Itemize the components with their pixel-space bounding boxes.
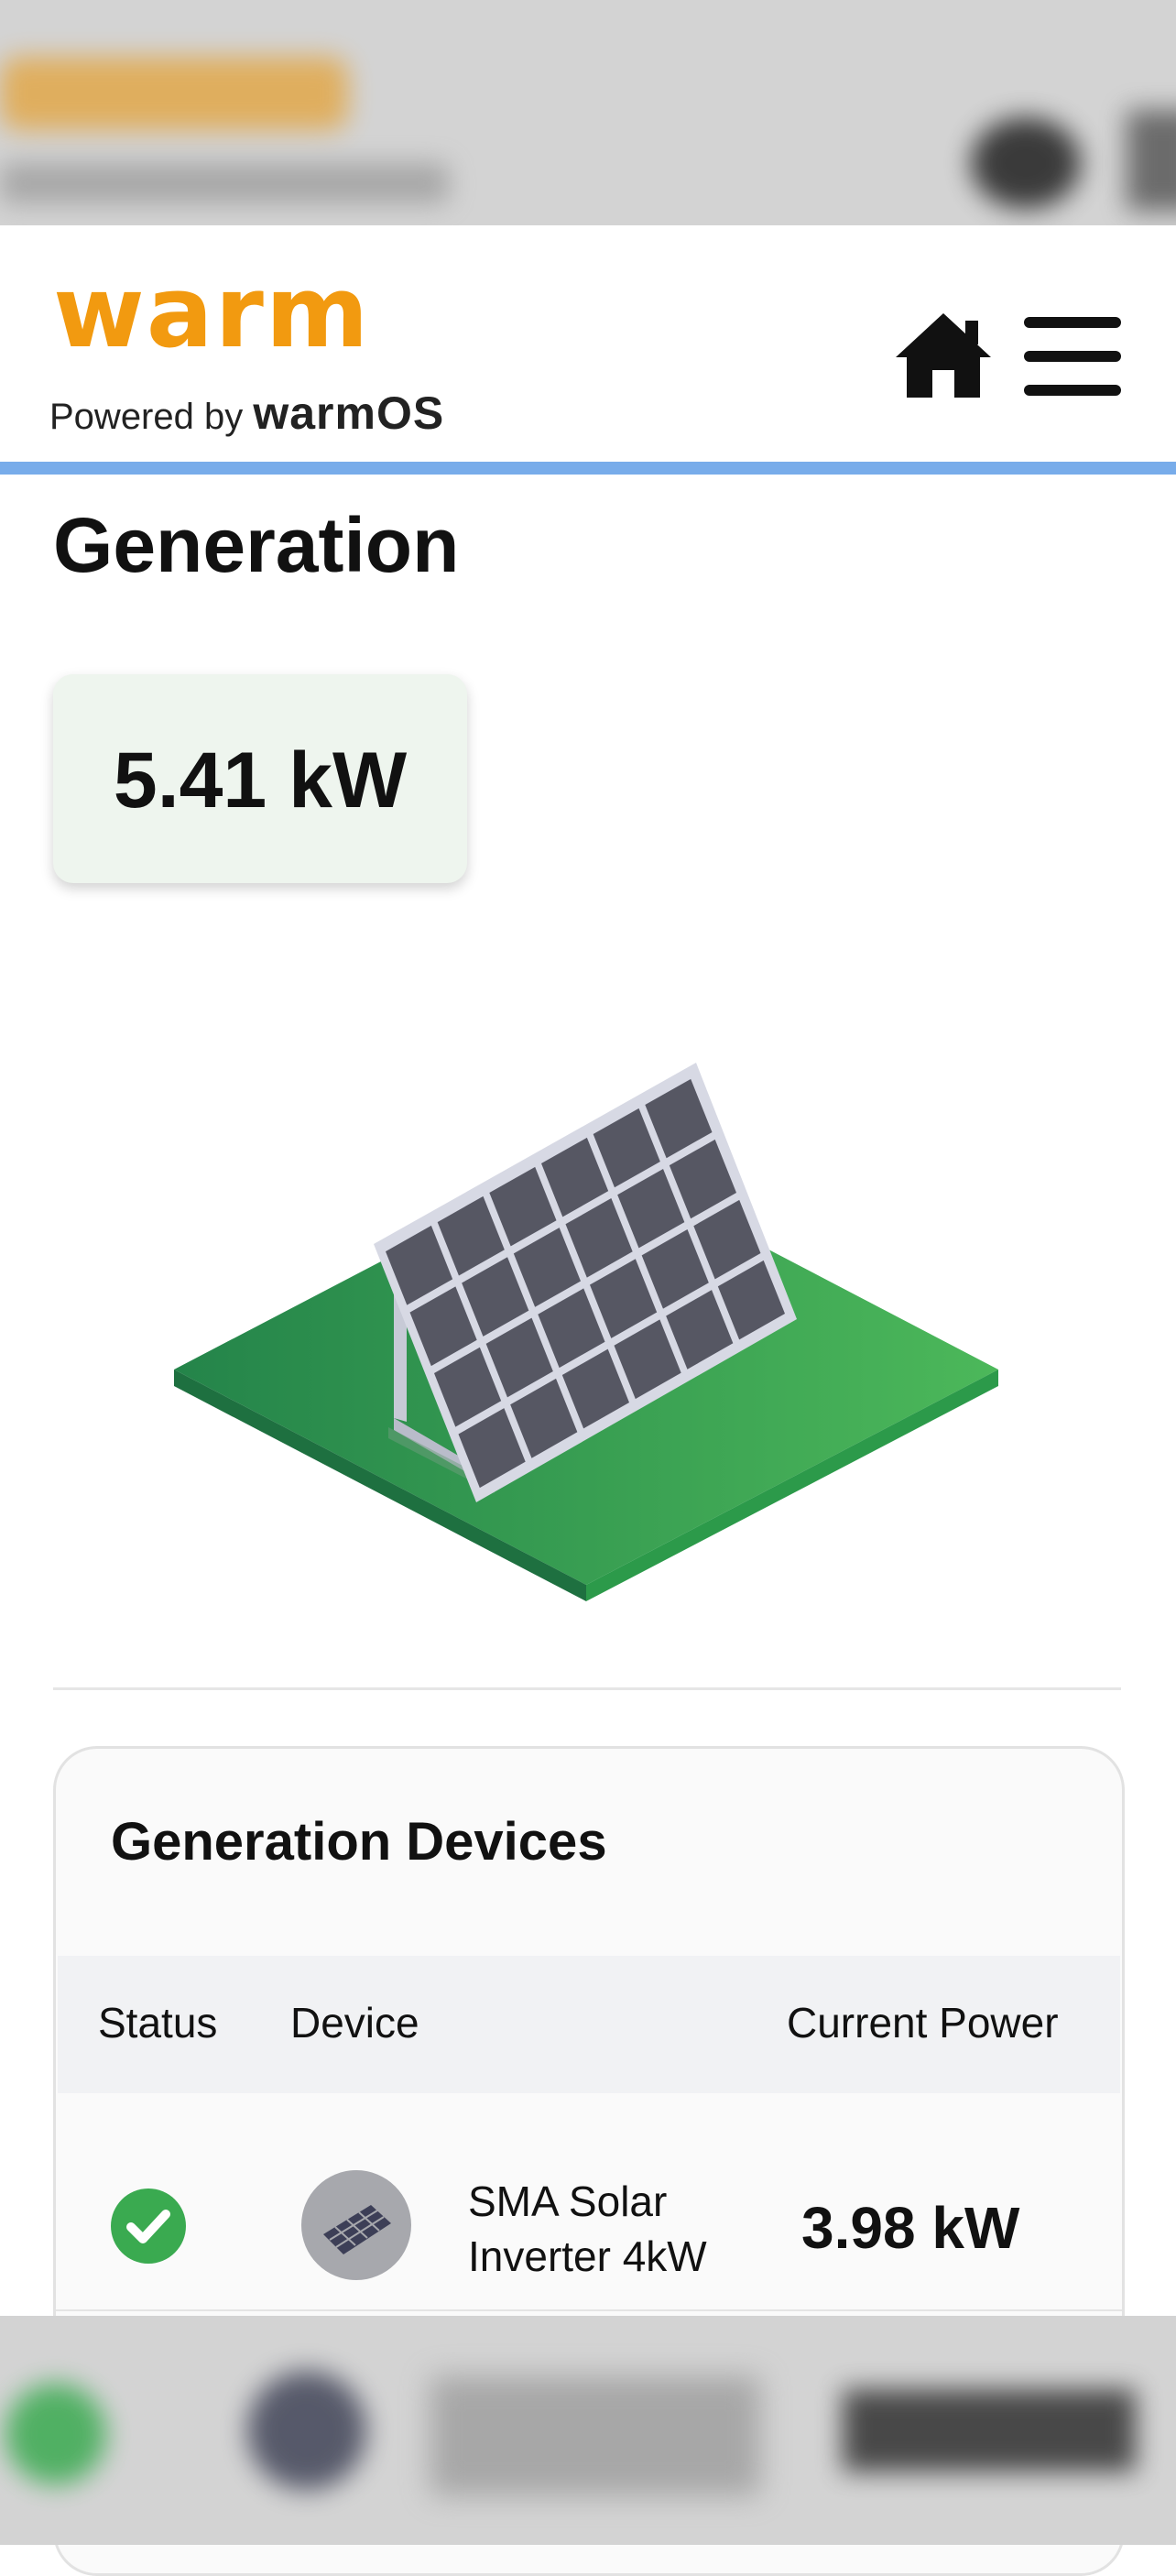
header-accent-bar xyxy=(0,462,1176,475)
page-title: Generation xyxy=(53,502,460,588)
tagline-prefix: Powered by xyxy=(49,397,254,437)
column-header-current-power: Current Power xyxy=(787,1999,1059,2047)
generation-kpi-value: 5.41 kW xyxy=(113,737,408,824)
blurred-bottom-overlay xyxy=(0,2316,1176,2545)
solar-panel-icon xyxy=(301,2170,411,2280)
device-name-line-2: Inverter 4kW xyxy=(468,2232,707,2280)
home-icon xyxy=(896,313,991,398)
devices-title: Generation Devices xyxy=(111,1812,607,1872)
solar-panel-illustration xyxy=(174,1063,998,1601)
table-header: Status Device Current Power xyxy=(58,1956,1120,2093)
check-mark-icon xyxy=(126,2210,170,2243)
hamburger-menu-icon-bar-2 xyxy=(1024,351,1121,362)
home-button[interactable] xyxy=(892,310,995,401)
column-header-device: Device xyxy=(290,1999,419,2047)
table-row[interactable]: SMA Solar Inverter 4kW 3.98 kW xyxy=(56,2097,1122,2317)
row-divider xyxy=(56,2309,1122,2311)
device-name-line-1: SMA Solar xyxy=(468,2178,668,2225)
tagline-brand: warmOS xyxy=(253,387,445,439)
app-header: warm Powered by warmOS xyxy=(0,225,1176,462)
solar-panel-thumbnail xyxy=(323,2205,391,2254)
check-circle-icon xyxy=(111,2189,186,2264)
hamburger-menu-icon-bar-3 xyxy=(1024,385,1121,396)
logo-tagline: Powered by warmOS xyxy=(49,387,444,440)
blurred-top-overlay xyxy=(0,0,1176,225)
column-header-status: Status xyxy=(98,1999,218,2047)
hamburger-menu-icon-bar-1 xyxy=(1024,317,1121,328)
menu-button[interactable] xyxy=(1024,317,1121,396)
device-name: SMA Solar Inverter 4kW xyxy=(468,2174,707,2284)
device-current-power: 3.98 kW xyxy=(801,2195,1020,2261)
section-divider xyxy=(53,1687,1121,1690)
generation-kpi-card: 5.41 kW xyxy=(53,674,467,883)
warm-logo[interactable]: warm Powered by warmOS xyxy=(49,256,484,440)
logo-wordmark: warm xyxy=(53,256,371,370)
